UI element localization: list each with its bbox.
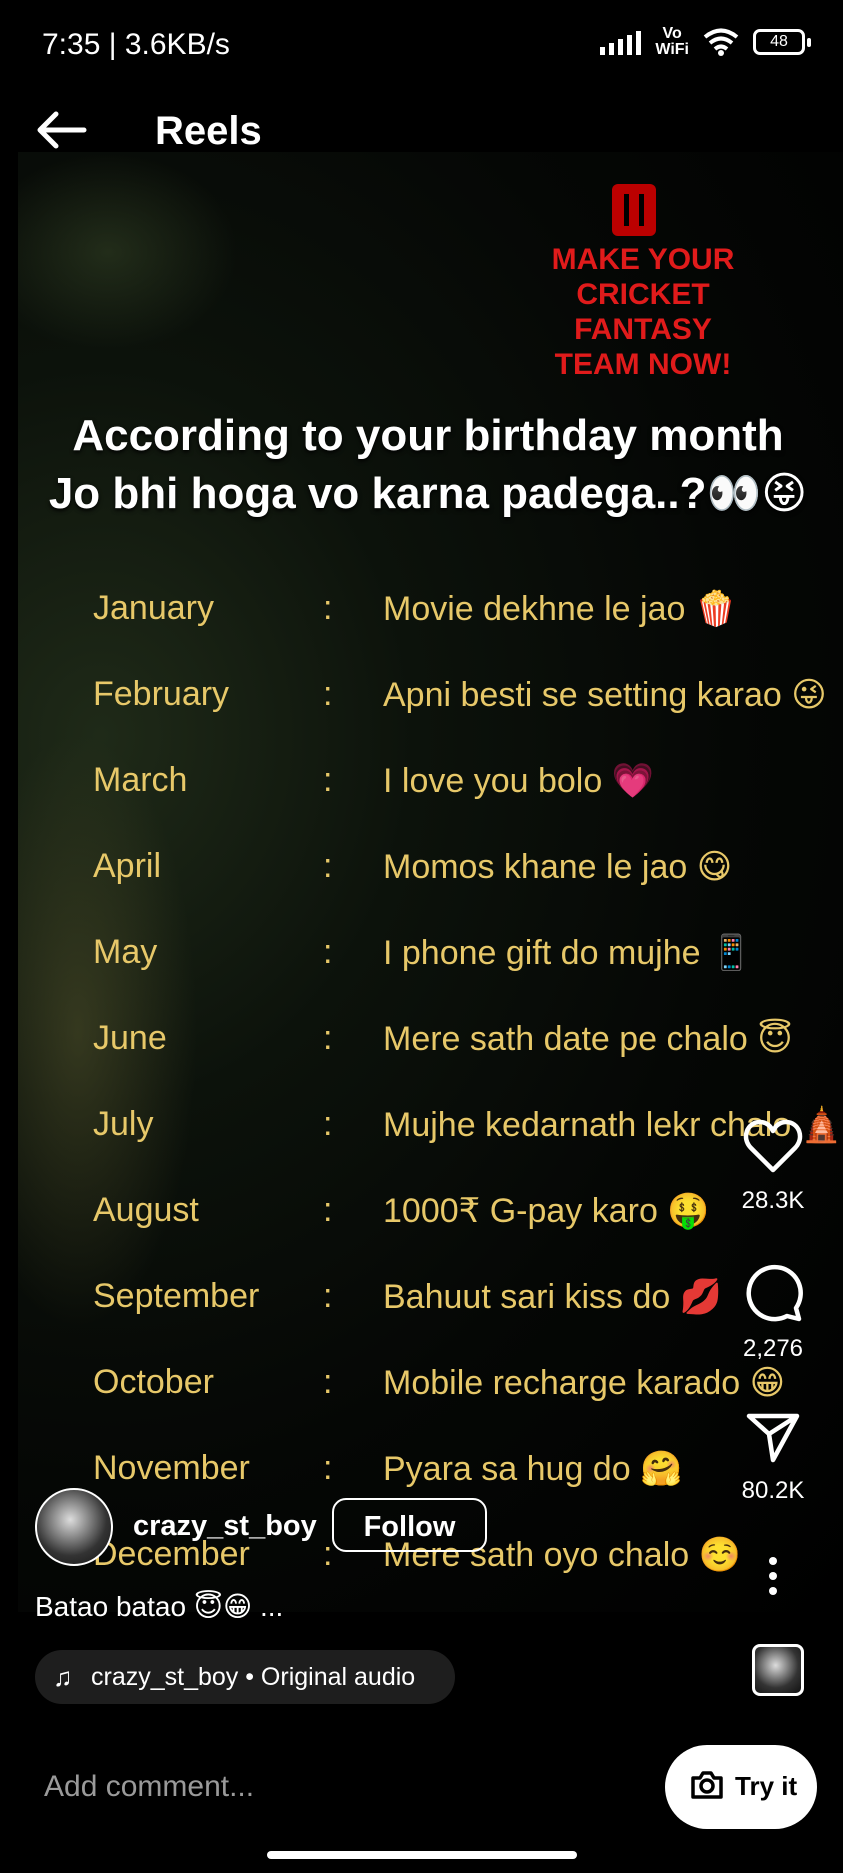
comment-count: 2,276 [742,1335,804,1362]
follow-button[interactable]: Follow [332,1498,487,1552]
video-headline: According to your birthday month Jo bhi … [48,411,808,518]
like-count: 28.3K [741,1187,805,1214]
post-author: crazy_st_boy Follow [35,1488,635,1568]
comment-input[interactable]: Add comment... [44,1770,254,1804]
camera-icon [691,1771,723,1799]
ad-text: MAKE YOUR CRICKET FANTASY TEAM NOW! [551,243,735,381]
share-count: 80.2K [741,1477,805,1504]
month-row: June: Mere sath date pe chalo 😇 [93,1019,793,1058]
more-vertical-icon[interactable] [767,1556,779,1596]
audio-thumbnail[interactable] [752,1644,804,1696]
like-action[interactable]: 28.3K [723,1118,823,1215]
status-icons: Vo WiFi 48 [600,25,811,58]
pine-branch-decoration [18,152,238,352]
reel-video[interactable]: MAKE YOUR CRICKET FANTASY TEAM NOW! Acco… [18,152,843,1612]
music-note-icon: ♫ [53,1662,73,1692]
home-indicator[interactable] [267,1851,577,1859]
month-row: May: I phone gift do mujhe 📱 [93,933,753,972]
send-icon[interactable] [745,1408,801,1464]
share-action[interactable]: 80.2K [723,1408,823,1505]
audio-label: crazy_st_boy • Original audio [91,1663,416,1691]
more-options-button[interactable] [723,1556,823,1596]
wifi-icon [703,28,739,56]
comment-icon[interactable] [743,1262,803,1322]
vowifi-icon: Vo WiFi [655,25,689,58]
heart-icon[interactable] [743,1118,803,1174]
username[interactable]: crazy_st_boy [133,1510,317,1543]
status-time-speed: 7:35 | 3.6KB/s [42,28,230,61]
month-row: April: Momos khane le jao 😋 [93,847,733,886]
status-bar: 7:35 | 3.6KB/s Vo WiFi 48 [0,0,843,95]
signal-icon [600,29,642,55]
try-it-button[interactable]: Try it [665,1745,817,1829]
audio-pill[interactable]: ♫ crazy_st_boy • Original audio [35,1650,455,1704]
comment-action[interactable]: 2,276 [723,1262,823,1363]
avatar[interactable] [35,1488,113,1566]
month-row: March: I love you bolo 💗 [93,761,655,800]
battery-icon: 48 [753,29,811,55]
back-arrow-icon[interactable] [32,105,92,155]
fantasy-logo [612,184,656,236]
page-title: Reels [155,109,262,153]
month-row: February: Apni besti se setting karao 😜 [93,675,827,714]
caption[interactable]: Batao batao 😇😁 ... [35,1590,283,1623]
month-row: January: Movie dekhne le jao 🍿 [93,589,738,628]
try-it-label: Try it [735,1771,798,1801]
